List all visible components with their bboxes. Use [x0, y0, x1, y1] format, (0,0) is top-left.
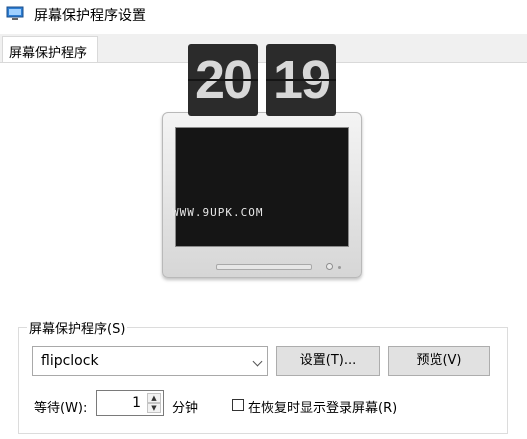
resume-login-checkbox[interactable] [232, 399, 244, 411]
resume-login-label[interactable]: 在恢复时显示登录屏幕(R) [248, 397, 397, 416]
monitor-preview [162, 112, 362, 278]
monitor-slot [216, 264, 312, 270]
title-bar: 屏幕保护程序设置 [0, 0, 527, 28]
minutes-label: 分钟 [172, 401, 199, 416]
settings-button[interactable]: 设置(T)... [276, 346, 380, 376]
tab-screensaver[interactable]: 屏幕保护程序 [2, 36, 98, 64]
wait-label: 等待(W): [34, 401, 88, 416]
screensaver-select[interactable]: flipclock [32, 346, 268, 376]
flip-digits-right: 19 [266, 44, 336, 116]
power-indicator-icon [338, 266, 341, 269]
screensaver-select-value: flipclock [41, 353, 99, 369]
power-button-icon [326, 263, 333, 270]
chevron-down-icon [252, 356, 263, 367]
window-title: 屏幕保护程序设置 [34, 8, 146, 24]
wait-minutes-value: 1 [132, 395, 141, 411]
watermark-text: WWW.9UPK.COM [172, 206, 264, 219]
screensaver-group: 屏幕保护程序(S) [18, 318, 508, 434]
stepper-down-icon[interactable]: ▼ [147, 403, 161, 413]
preview-screen [175, 127, 349, 247]
stepper-up-icon[interactable]: ▲ [147, 393, 161, 403]
wait-minutes-stepper[interactable]: 1 ▲ ▼ [96, 390, 164, 416]
screensaver-app-icon [6, 6, 24, 20]
preview-button[interactable]: 预览(V) [388, 346, 490, 376]
screensaver-group-legend: 屏幕保护程序(S) [29, 322, 126, 337]
flip-digits-left: 20 [188, 44, 258, 116]
